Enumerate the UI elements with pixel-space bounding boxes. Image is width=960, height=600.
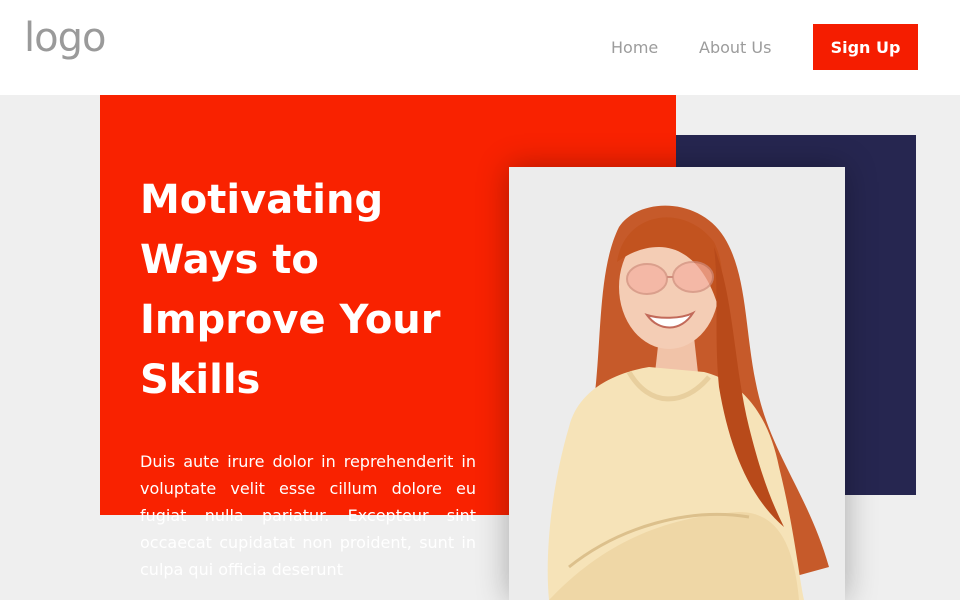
hero-photo [509,167,845,600]
hero-body-text: Duis aute irure dolor in reprehenderit i… [140,452,476,579]
signup-button[interactable]: Sign Up [813,24,918,70]
site-header: logo Home About Us Sign Up [0,0,960,95]
hero-headline: Motivating Ways to Improve Your Skills [140,177,441,403]
woman-photo-illustration [509,167,845,600]
logo[interactable]: logo [24,18,106,58]
nav-about-link[interactable]: About Us [699,38,771,57]
nav-home-link[interactable]: Home [611,38,658,57]
